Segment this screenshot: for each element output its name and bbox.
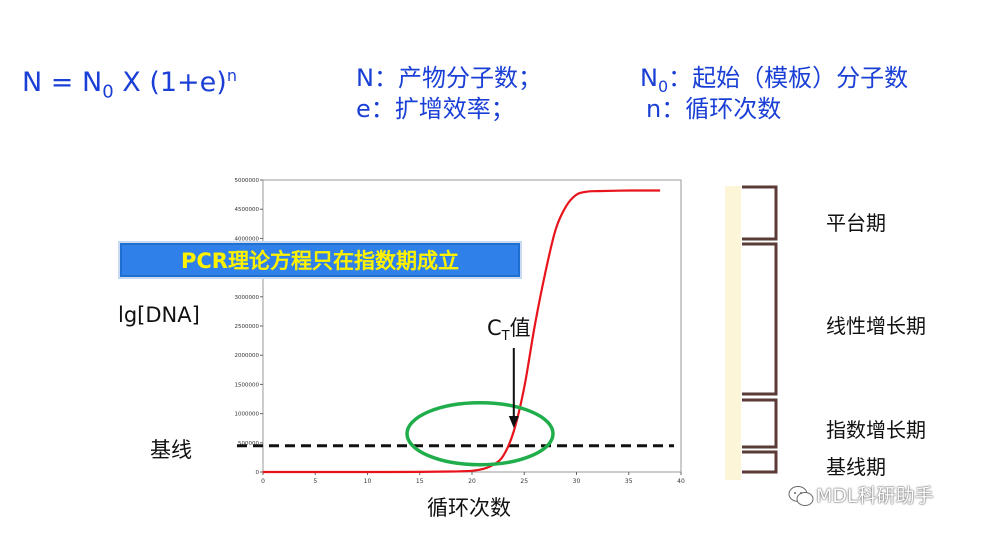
x-axis-ticks: 0 5 10 15 20 25 30 35 40 xyxy=(261,472,685,485)
x-tick-label: 0 xyxy=(261,478,265,485)
y-axis-label: lg[DNA] xyxy=(118,303,200,327)
phase-exponential-label: 指数增长期 xyxy=(826,418,926,442)
x-tick-label: 25 xyxy=(520,478,528,485)
phase-plateau-label: 平台期 xyxy=(826,211,886,235)
x-axis-label: 循环次数 xyxy=(427,496,511,520)
y-tick-label: 5000000 xyxy=(235,178,260,184)
x-tick-label: 35 xyxy=(625,478,633,485)
amplification-curve xyxy=(263,189,661,474)
phase-strip xyxy=(725,186,741,480)
bracket-exponential xyxy=(742,398,778,449)
banner: PCR理论方程只在指数期成立 xyxy=(118,241,522,279)
banner-inner: PCR理论方程只在指数期成立 xyxy=(122,245,518,275)
ct-subscript: T xyxy=(501,329,510,345)
watermark: MDL科研助手 xyxy=(816,485,934,507)
bracket-linear xyxy=(742,242,778,396)
y-tick-label: 3000000 xyxy=(235,295,260,301)
phase-baseline-label: 基线期 xyxy=(826,455,886,479)
bracket-plateau xyxy=(742,185,778,241)
baseline-label: 基线 xyxy=(150,438,192,462)
y-tick-label: 1000000 xyxy=(235,412,260,418)
ct-value-label: CT值 xyxy=(487,312,531,344)
x-tick-label: 15 xyxy=(416,478,424,485)
y-tick-label: 2500000 xyxy=(235,324,260,330)
x-tick-label: 5 xyxy=(313,478,317,485)
x-tick-label: 10 xyxy=(364,478,372,485)
x-tick-label: 30 xyxy=(573,478,581,485)
bracket-baseline xyxy=(742,450,778,474)
wechat-icon xyxy=(788,486,814,506)
x-tick-label: 20 xyxy=(468,478,476,485)
y-tick-label: 2000000 xyxy=(235,353,260,359)
banner-text: PCR理论方程只在指数期成立 xyxy=(181,249,459,273)
plot-frame xyxy=(262,179,682,473)
y-axis-ticks: 0500000100000015000002000000250000030000… xyxy=(235,178,263,476)
phase-brackets xyxy=(742,185,778,474)
y-tick-label: 1500000 xyxy=(235,382,260,388)
plot-area-border xyxy=(262,179,682,473)
ct-text: 值 xyxy=(509,316,531,340)
y-tick-label: 0 xyxy=(256,470,260,476)
exponential-phase-ellipse xyxy=(405,400,555,467)
x-tick-label: 40 xyxy=(677,478,685,485)
phase-linear-label: 线性增长期 xyxy=(826,314,926,338)
y-tick-label: 4500000 xyxy=(235,207,260,213)
ct-base: C xyxy=(487,316,502,340)
